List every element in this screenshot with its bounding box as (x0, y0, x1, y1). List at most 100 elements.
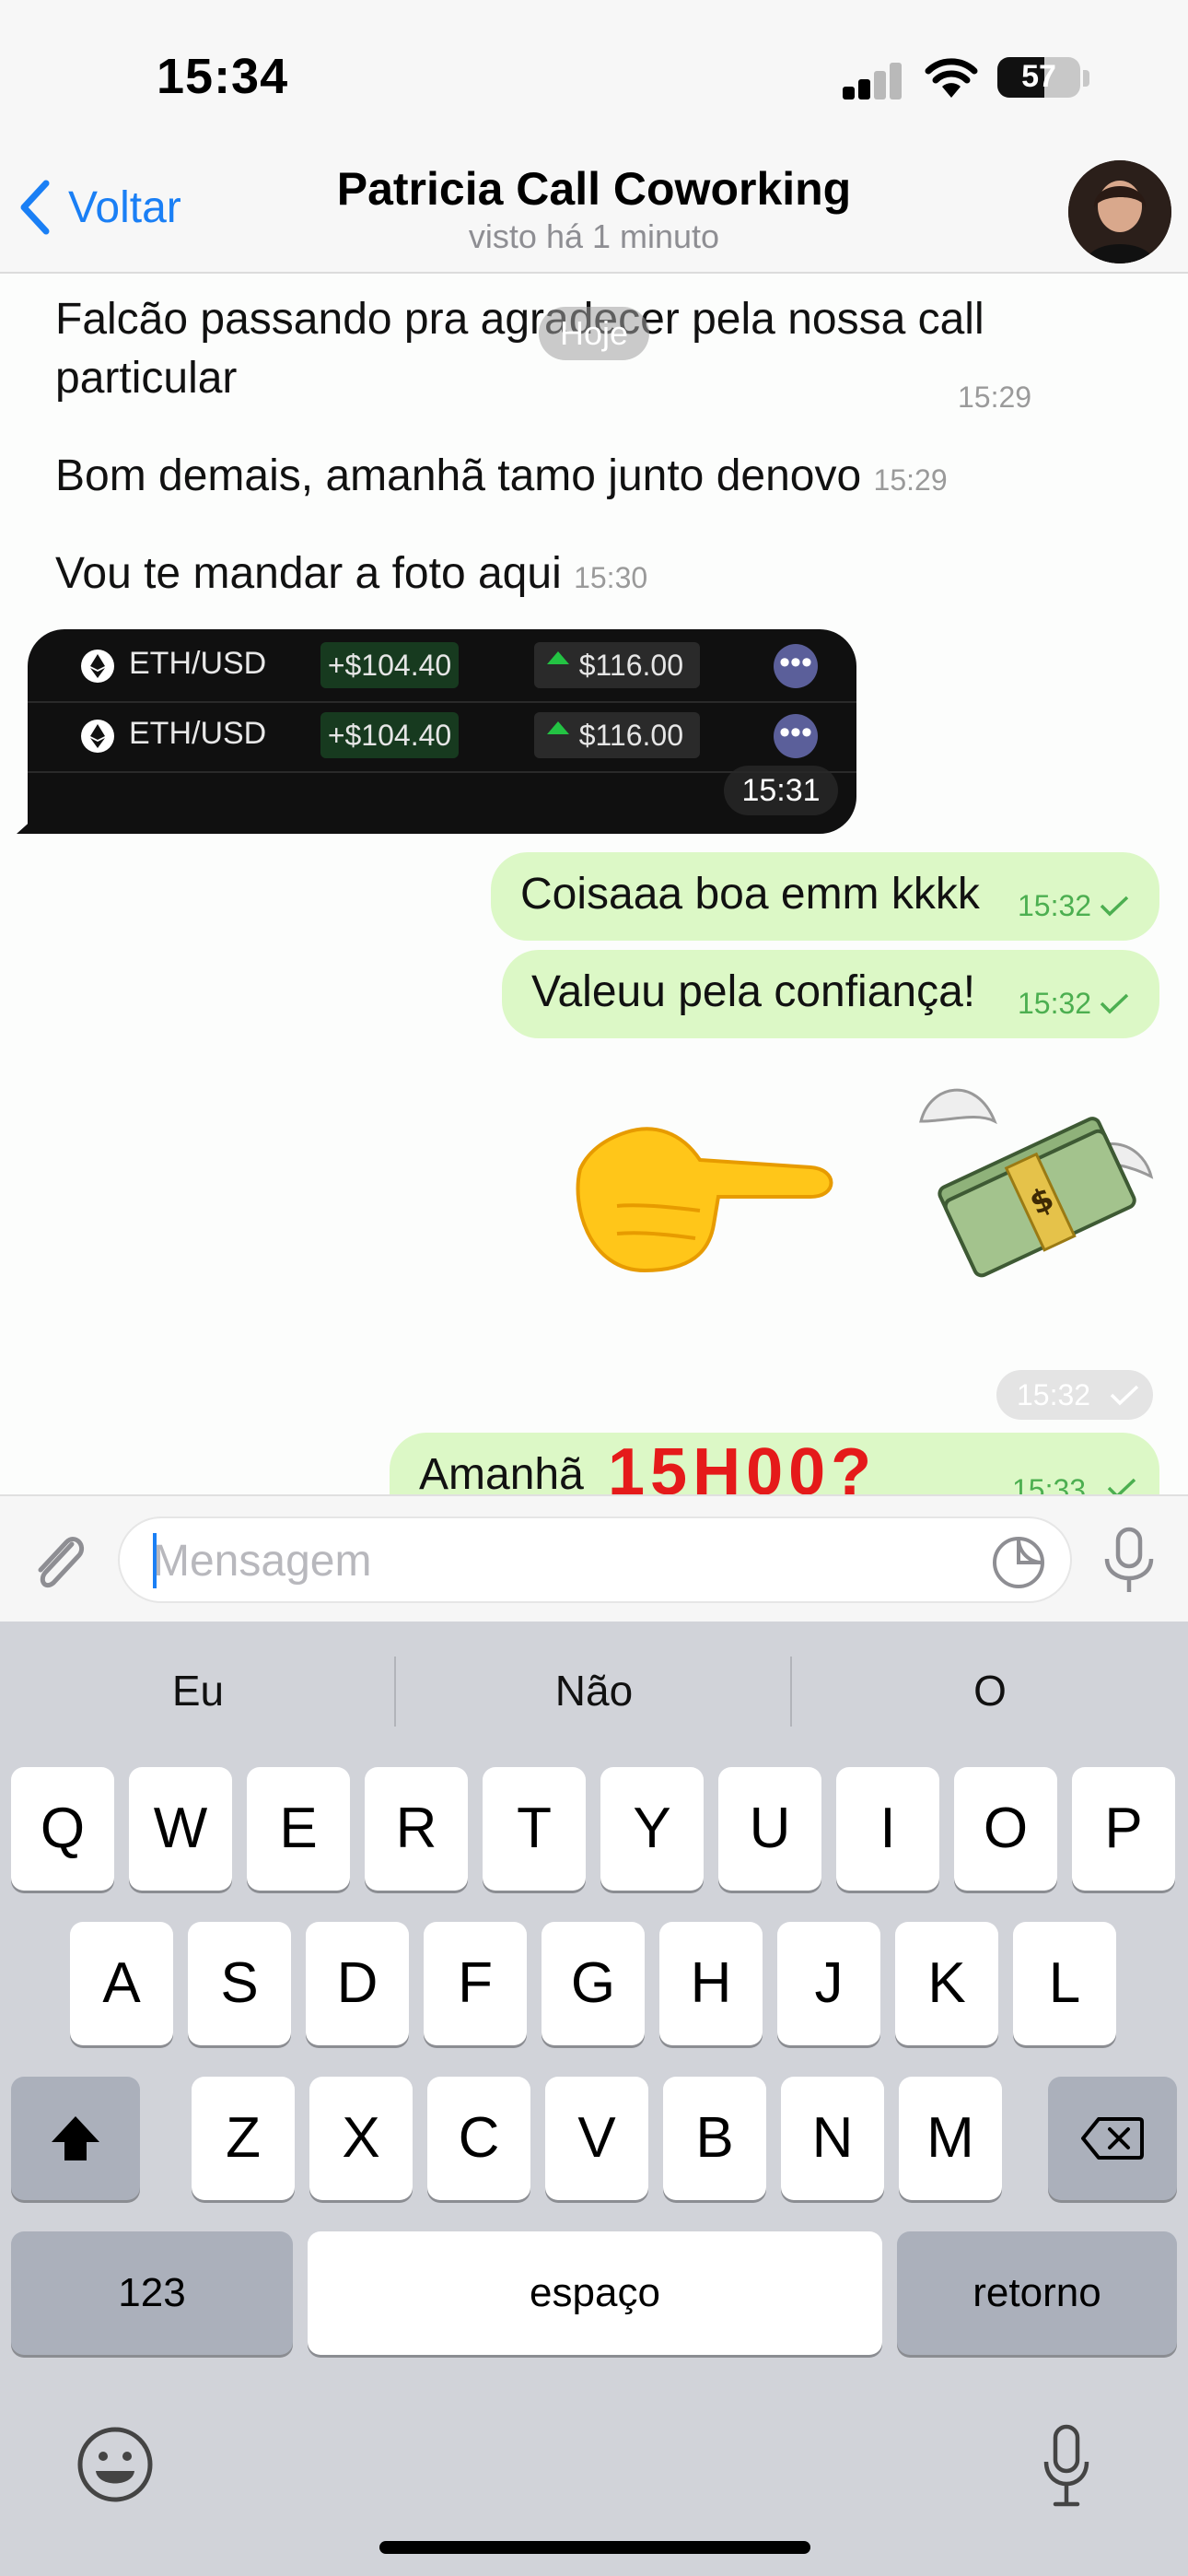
suggestion-item[interactable]: O (792, 1649, 1188, 1732)
key-b[interactable]: B (663, 2077, 766, 2200)
message-time: 15:33 (1012, 1473, 1087, 1494)
message-outgoing[interactable]: Valeuu pela confiança! 15:32 (502, 950, 1159, 1038)
trade-pair: ETH/USD (129, 646, 267, 681)
read-check-icon (1110, 1385, 1139, 1406)
message-time: 15:29 (958, 381, 1032, 414)
message-text: Valeuu pela confiança! (531, 967, 976, 1016)
backspace-icon (1081, 2117, 1144, 2160)
key-n[interactable]: N (781, 2077, 884, 2200)
message-time: 15:32 (1017, 1378, 1091, 1411)
key-z[interactable]: Z (192, 2077, 295, 2200)
trade-pair: ETH/USD (129, 716, 267, 751)
key-o[interactable]: O (954, 1767, 1057, 1891)
key-g[interactable]: G (542, 1922, 645, 2045)
key-e[interactable]: E (247, 1767, 350, 1891)
key-f[interactable]: F (424, 1922, 527, 2045)
message-time: 15:30 (574, 561, 648, 594)
numbers-key[interactable]: 123 (11, 2231, 293, 2355)
last-seen-status: visto há 1 minuto (468, 217, 720, 255)
trade-price-box: $116.00 (534, 642, 700, 688)
read-check-icon (1107, 1478, 1136, 1494)
battery-nub (1083, 70, 1089, 87)
pointing-hand-sticker[interactable] (562, 1095, 838, 1280)
message-time: 15:32 (1018, 889, 1092, 922)
sticker-icon[interactable] (989, 1533, 1048, 1592)
key-r[interactable]: R (365, 1767, 468, 1891)
wifi-icon (925, 58, 978, 98)
cellular-signal-icon (843, 63, 903, 100)
backspace-key[interactable] (1048, 2077, 1177, 2200)
message-input-container[interactable] (118, 1516, 1072, 1603)
message-text: Bom demais, amanhã tamo junto denovo (55, 451, 862, 500)
home-indicator[interactable] (379, 2541, 810, 2554)
message-text: Amanhã (419, 1450, 584, 1494)
status-time: 15:34 (157, 49, 289, 104)
key-k[interactable]: K (895, 1922, 998, 2045)
more-icon: ••• (774, 644, 818, 688)
key-x[interactable]: X (309, 2077, 413, 2200)
contact-name[interactable]: Patricia Call Coworking (0, 162, 1188, 216)
chat-header: Voltar Patricia Call Coworking visto há … (0, 157, 1188, 274)
emoji-icon[interactable] (74, 2423, 157, 2506)
battery-icon: 57 (997, 57, 1080, 98)
photo-time: 15:31 (724, 766, 838, 815)
up-arrow-icon (547, 651, 569, 664)
ethereum-icon (81, 720, 114, 753)
trade-price: $116.00 (578, 719, 683, 752)
key-c[interactable]: C (427, 2077, 530, 2200)
ethereum-icon (81, 650, 114, 683)
message-incoming[interactable]: Vou te mandar a foto aqui 15:30 (55, 544, 647, 607)
space-key[interactable]: espaço (308, 2231, 882, 2355)
shift-key[interactable] (11, 2077, 140, 2200)
key-h[interactable]: H (659, 1922, 763, 2045)
message-text: Falcão passando pra agradecer pela nossa… (55, 295, 984, 344)
chat-area[interactable]: Falcão passando pra agradecer pela nossa… (0, 274, 1188, 1494)
microphone-icon[interactable] (1096, 1524, 1162, 1598)
message-text: particular (55, 354, 238, 403)
suggestion-item[interactable]: Eu (0, 1649, 396, 1732)
key-p[interactable]: P (1072, 1767, 1175, 1891)
message-incoming[interactable]: Falcão passando pra agradecer pela nossa… (55, 290, 984, 408)
key-w[interactable]: W (129, 1767, 232, 1891)
status-bar: 15:34 57 (0, 0, 1188, 157)
key-t[interactable]: T (483, 1767, 586, 1891)
key-a[interactable]: A (70, 1922, 173, 2045)
key-d[interactable]: D (306, 1922, 409, 2045)
more-icon: ••• (774, 714, 818, 758)
message-time: 15:32 (1018, 987, 1092, 1020)
key-s[interactable]: S (188, 1922, 291, 2045)
key-q[interactable]: Q (11, 1767, 114, 1891)
trade-row: ETH/USD +$104.40 $116.00 ••• (28, 703, 856, 773)
keyboard: Eu Não O Q W E R T Y U I O P A S D F G H… (0, 1622, 1188, 2576)
dictation-microphone-icon[interactable] (1039, 2421, 1094, 2510)
flying-money-sticker[interactable]: $ (912, 1066, 1160, 1306)
key-i[interactable]: I (836, 1767, 939, 1891)
composer (0, 1494, 1188, 1623)
up-arrow-icon (547, 721, 569, 734)
battery-level: 57 (1021, 59, 1056, 94)
message-outgoing[interactable]: Coisaaa boa emm kkkk 15:32 (491, 852, 1159, 941)
trade-pnl: +$104.40 (320, 712, 459, 758)
suggestion-bar: Eu Não O (0, 1622, 1188, 1760)
message-input[interactable] (151, 1531, 984, 1590)
trade-price: $116.00 (578, 649, 683, 682)
key-j[interactable]: J (777, 1922, 880, 2045)
avatar[interactable] (1068, 160, 1171, 263)
key-y[interactable]: Y (600, 1767, 704, 1891)
message-highlight: 15H00? (608, 1435, 878, 1494)
message-incoming[interactable]: Bom demais, amanhã tamo junto denovo 15:… (55, 447, 948, 509)
key-m[interactable]: M (899, 2077, 1002, 2200)
shift-arrow-icon (52, 2116, 99, 2160)
sticker-time-pill: 15:32 (996, 1370, 1153, 1420)
message-time: 15:29 (873, 463, 948, 497)
date-separator: Hoje (539, 307, 649, 360)
suggestion-item[interactable]: Não (396, 1649, 792, 1732)
message-text: Coisaaa boa emm kkkk (520, 870, 980, 919)
return-key[interactable]: retorno (897, 2231, 1177, 2355)
key-u[interactable]: U (718, 1767, 821, 1891)
read-check-icon (1100, 993, 1129, 1014)
key-v[interactable]: V (545, 2077, 648, 2200)
paperclip-icon[interactable] (26, 1526, 92, 1596)
key-l[interactable]: L (1013, 1922, 1116, 2045)
read-check-icon (1100, 896, 1129, 917)
